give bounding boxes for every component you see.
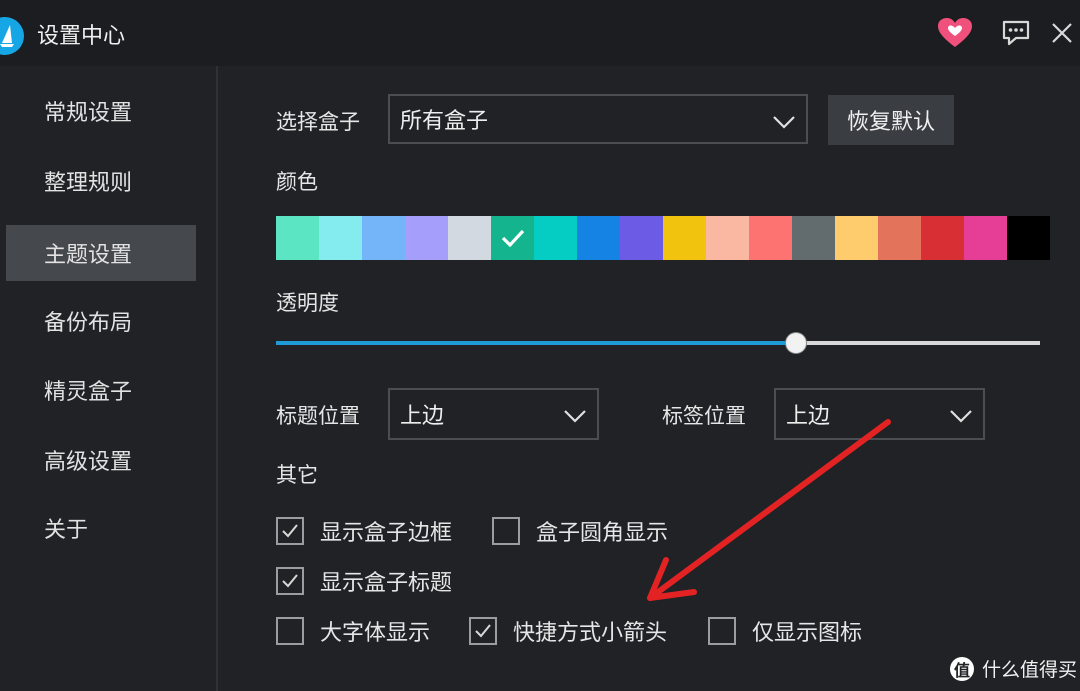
annotation-arrow (647, 419, 891, 601)
watermark-text: 什么值得买 (982, 659, 1078, 681)
watermark: 值 什么值得买 (950, 655, 1077, 682)
watermark-logo-icon: 值 (950, 656, 974, 681)
